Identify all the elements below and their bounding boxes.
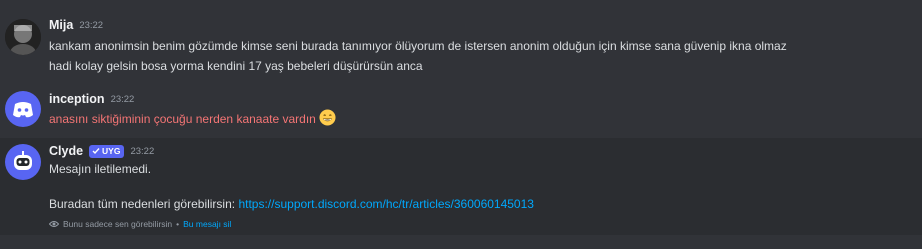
eye-icon [49,221,59,227]
message-text: anasını siktiğiminin çocuğu nerden kanaa… [49,109,336,129]
message-inception: inception 23:22 anasını siktiğiminin çoc… [0,85,922,135]
separator: • [176,219,180,229]
avatar-inception[interactable] [5,91,41,127]
reason-prefix: Buradan tüm nedenleri görebilirsin: [49,197,236,211]
username-inception[interactable]: inception [49,92,105,106]
dismiss-message-button[interactable]: Bu mesajı sil [183,219,231,229]
clyde-bot-icon [14,151,32,170]
message-text: Mesajın iletilemedi. [49,162,152,176]
user-avatar-icon [5,19,41,55]
message-text: hadi kolay gelsin bosa yorma kendini 17 … [49,59,423,73]
grinning-face-emoji-icon [319,109,336,129]
support-link[interactable]: https://support.discord.com/hc/tr/articl… [238,197,534,211]
badge-label: UYG [102,146,121,156]
avatar-mija[interactable] [5,19,41,55]
timestamp: 23:22 [79,19,104,31]
timestamp: 23:22 [110,93,135,105]
timestamp: 23:22 [130,145,155,157]
ephemeral-text: Bunu sadece sen görebilirsin [63,219,173,229]
message-mija: Mija 23:22 kankam anonimsin benim gözümd… [0,0,922,85]
username-clyde[interactable]: Clyde [49,144,83,158]
message-text: Buradan tüm nedenleri görebilirsin: http… [49,197,534,211]
message-text-content: anasını siktiğiminin çocuğu nerden kanaa… [49,112,316,126]
ephemeral-notice: Bunu sadece sen görebilirsin • Bu mesajı… [49,219,231,229]
checkmark-icon [92,148,100,155]
discord-logo-icon [13,102,33,118]
username-mija[interactable]: Mija [49,18,73,32]
avatar-clyde[interactable] [5,144,41,180]
message-text: kankam anonimsin benim gözümde kimse sen… [49,39,787,53]
verified-app-badge: UYG [89,144,125,158]
